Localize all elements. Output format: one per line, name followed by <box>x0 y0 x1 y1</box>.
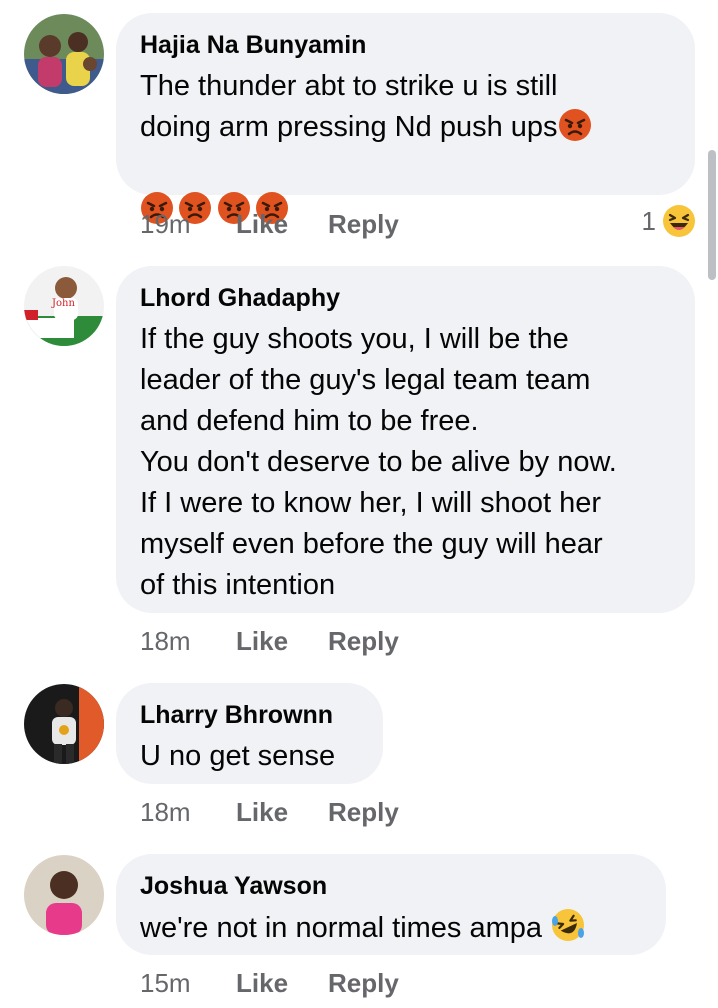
comment-text-line: doing arm pressing Nd push ups <box>140 111 558 143</box>
scrollbar[interactable] <box>708 150 716 280</box>
comment-bubble: Lharry Bhrownn U no get sense <box>116 683 383 784</box>
comment-author[interactable]: Hajia Na Bunyamin <box>140 30 671 60</box>
reply-button[interactable]: Reply <box>328 626 399 657</box>
comment-author[interactable]: Joshua Yawson <box>140 871 642 901</box>
like-button[interactable]: Like <box>236 968 328 999</box>
rolling-laughing-face-icon <box>552 909 585 941</box>
comment-timestamp[interactable]: 15m <box>140 968 236 999</box>
comment-text: The thunder abt to strike u is still doi… <box>140 66 671 189</box>
reply-button[interactable]: Reply <box>328 968 399 999</box>
reaction-count: 1 <box>641 205 656 236</box>
comment-text-line: we're not in normal times ampa <box>140 912 543 944</box>
like-button[interactable]: Like <box>236 626 328 657</box>
like-button[interactable]: Like <box>236 209 328 240</box>
comment-bubble: Hajia Na Bunyamin The thunder abt to str… <box>116 13 695 224</box>
comment-bubble: Lhord Ghadaphy If the guy shoots you, I … <box>116 266 695 613</box>
angry-face-icon <box>558 109 591 141</box>
comment-author[interactable]: Lharry Bhrownn <box>140 700 359 730</box>
reaction-summary[interactable]: 1 <box>642 204 696 238</box>
reply-button[interactable]: Reply <box>328 209 399 240</box>
comment-bubble: Joshua Yawson we're not in normal times … <box>116 854 666 955</box>
comment-actions: 18m Like Reply <box>140 621 399 661</box>
comment-author[interactable]: Lhord Ghadaphy <box>140 283 671 313</box>
comment-timestamp[interactable]: 18m <box>140 626 236 657</box>
reply-button[interactable]: Reply <box>328 797 399 828</box>
comment-text: U no get sense <box>140 740 336 772</box>
avatar-photo <box>24 684 104 764</box>
comment-text-line: The thunder abt to strike u is still <box>140 70 558 102</box>
comment-text: If the guy shoots you, I will be the lea… <box>140 323 617 601</box>
avatar[interactable] <box>24 684 104 764</box>
comment-actions: 19m Like Reply <box>140 204 399 244</box>
avatar[interactable] <box>24 855 104 935</box>
laughing-face-icon <box>663 205 695 237</box>
comment-actions: 15m Like Reply <box>140 963 399 1003</box>
comment-actions: 18m Like Reply <box>140 792 399 832</box>
avatar-photo <box>24 855 104 935</box>
avatar[interactable] <box>24 14 104 94</box>
comment-timestamp[interactable]: 18m <box>140 797 236 828</box>
comment-timestamp[interactable]: 19m <box>140 209 236 240</box>
svg-text:John: John <box>51 298 75 309</box>
avatar-photo <box>24 14 104 94</box>
avatar-photo: John <box>24 266 104 346</box>
like-button[interactable]: Like <box>236 797 328 828</box>
avatar[interactable]: John <box>24 266 104 346</box>
